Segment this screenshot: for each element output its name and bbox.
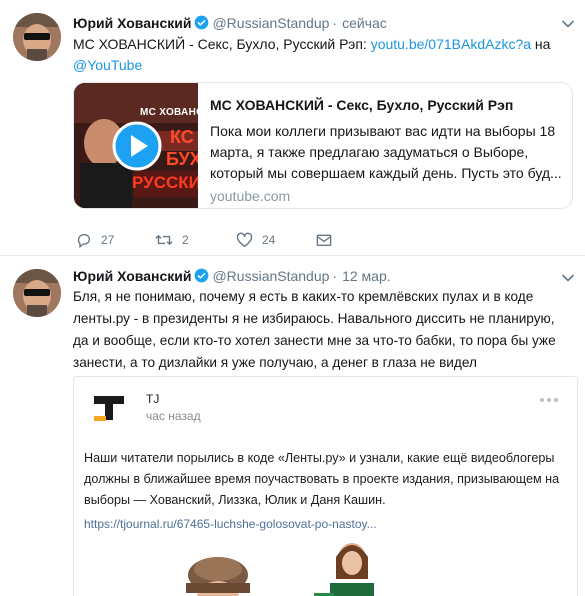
reply-button[interactable]: 27	[76, 230, 114, 250]
tweet-text-main: МС ХОВАНСКИЙ - Секс, Бухло, Русский Рэп:	[73, 36, 371, 52]
thumbnail-caption-2: КС	[170, 127, 194, 147]
reply-count: 27	[101, 233, 115, 247]
thumbnail-caption: МС ХОВАНСКИЙ	[140, 107, 198, 118]
link-card[interactable]: МС ХОВАНСКИЙ КС БУХ РУССКИЙ Р МС ХОВАНСК…	[73, 82, 573, 209]
tweet-text-after: на	[531, 36, 551, 52]
card-title: МС ХОВАНСКИЙ - Секс, Бухло, Русский Рэп	[210, 97, 514, 113]
tweet-text-line: занести, а то дизлайки я уже получаю, а …	[73, 355, 477, 370]
like-count: 24	[262, 233, 276, 247]
envelope-icon	[316, 234, 332, 246]
embed-text: Наши читатели порылись в коде «Ленты.ру»…	[84, 448, 564, 511]
more-dots-icon[interactable]	[539, 396, 559, 404]
verified-badge-icon	[195, 268, 209, 283]
tweet-time[interactable]: сейчас	[342, 15, 387, 31]
tweet-time[interactable]: 12 мар.	[342, 268, 391, 284]
dm-button[interactable]	[316, 230, 341, 250]
chevron-down-icon[interactable]	[561, 271, 575, 285]
tweet-text: Бля, я не понимаю, почему я есть в каких…	[73, 286, 578, 374]
tweet[interactable]: Юрий Хованский @RussianStandup · сейчас МС …	[0, 0, 585, 256]
tweet-header: Юрий Хованский @RussianStandup · 12 мар.	[73, 266, 391, 286]
tweet-link[interactable]: youtu.be/071BAkdAzkc?a	[371, 36, 531, 52]
retweet-button[interactable]: 2	[155, 230, 189, 250]
embed-url[interactable]: https://tjournal.ru/67465-luchshe-goloso…	[84, 517, 377, 531]
author-handle[interactable]: @RussianStandup	[212, 268, 329, 284]
retweet-icon	[155, 235, 173, 245]
play-icon[interactable]	[112, 121, 162, 171]
card-body: МС ХОВАНСКИЙ - Секс, Бухло, Русский Рэп …	[210, 96, 566, 204]
thumbnail-caption-4: РУССКИЙ Р	[132, 173, 198, 192]
heart-icon	[236, 232, 253, 248]
tweet-text-line: ленты.ру - в президенты я не избираюсь. …	[73, 311, 555, 326]
separator-dot: ·	[332, 15, 338, 31]
thumbnail-caption-3: БУХ	[166, 149, 198, 169]
mention-link[interactable]: @YouTube	[73, 57, 142, 73]
embed-text-line: должны в ближайшее время поучаствовать в…	[84, 472, 560, 486]
source-time[interactable]: час назад	[146, 409, 201, 423]
source-name[interactable]: TJ	[146, 392, 159, 406]
retweet-count: 2	[182, 233, 189, 247]
embedded-post[interactable]: TJ час назад Наши читатели порылись в ко…	[73, 376, 578, 596]
video-thumbnail[interactable]: МС ХОВАНСКИЙ КС БУХ РУССКИЙ Р	[74, 83, 198, 208]
tweet-text-line: Бля, я не понимаю, почему я есть в каких…	[73, 289, 534, 304]
verified-badge-icon	[195, 15, 209, 30]
chevron-down-icon[interactable]	[561, 17, 575, 31]
reply-icon	[77, 234, 90, 249]
tj-logo[interactable]	[92, 392, 126, 426]
embed-image[interactable]	[74, 539, 578, 596]
tweet[interactable]: Юрий Хованский @RussianStandup · 12 мар. Бл…	[0, 257, 585, 596]
author-name[interactable]: Юрий Хованский	[73, 268, 191, 284]
author-handle[interactable]: @RussianStandup	[212, 15, 329, 31]
card-domain: youtube.com	[210, 188, 291, 204]
author-name[interactable]: Юрий Хованский	[73, 15, 191, 31]
card-description: Пока мои коллеги призывают вас идти на в…	[210, 123, 562, 181]
tweet-header: Юрий Хованский @RussianStandup · сейчас	[73, 13, 387, 33]
embed-text-line: Наши читатели порылись в коде «Ленты.ру»…	[84, 451, 555, 465]
embed-text-line: выборы — Хованский, Лиззка, Юлик и Даня …	[84, 493, 386, 507]
like-button[interactable]: 24	[236, 230, 275, 250]
tweet-text: МС ХОВАНСКИЙ - Секс, Бухло, Русский Рэп:…	[73, 34, 573, 76]
avatar[interactable]	[13, 13, 61, 61]
avatar-image	[13, 13, 61, 61]
tj-logo-icon	[94, 396, 124, 421]
avatar-image	[13, 269, 61, 317]
avatar[interactable]	[13, 269, 61, 317]
separator-dot: ·	[332, 268, 338, 284]
tweet-text-line: да и вообще, если кто-то хотел занести м…	[73, 333, 556, 348]
